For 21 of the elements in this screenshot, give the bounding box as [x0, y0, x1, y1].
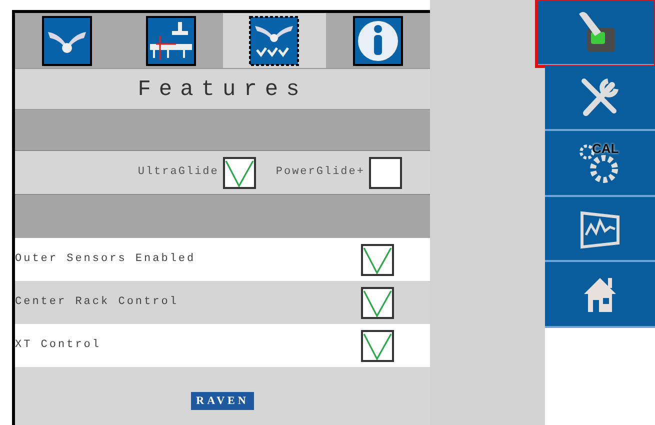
tab[interactable] — [222, 13, 326, 68]
checkbox[interactable] — [361, 330, 394, 362]
checkbox[interactable] — [361, 286, 394, 318]
wing-icon — [42, 16, 92, 66]
cal-label: CAL — [592, 140, 619, 158]
sidebar-button[interactable] — [545, 66, 655, 132]
boom-sensor-icon — [146, 16, 196, 66]
checkbox[interactable] — [361, 244, 394, 276]
feature-label: Outer Sensors Enabled — [15, 252, 196, 268]
sidebar-button[interactable] — [537, 0, 655, 66]
logo: RAVEN — [191, 392, 254, 410]
checkbox[interactable] — [222, 156, 256, 188]
wing-check-icon — [249, 16, 300, 66]
screen-title: Features — [138, 76, 308, 104]
feature-label: Center Rack Control — [15, 295, 178, 310]
chart-monitor-icon — [578, 208, 622, 249]
info-icon — [353, 16, 404, 66]
checkbox[interactable] — [369, 156, 402, 188]
option-label: PowerGlide+ — [276, 165, 365, 180]
option-label: UltraGlide — [138, 165, 219, 180]
feature-label: XT Control — [15, 338, 102, 354]
